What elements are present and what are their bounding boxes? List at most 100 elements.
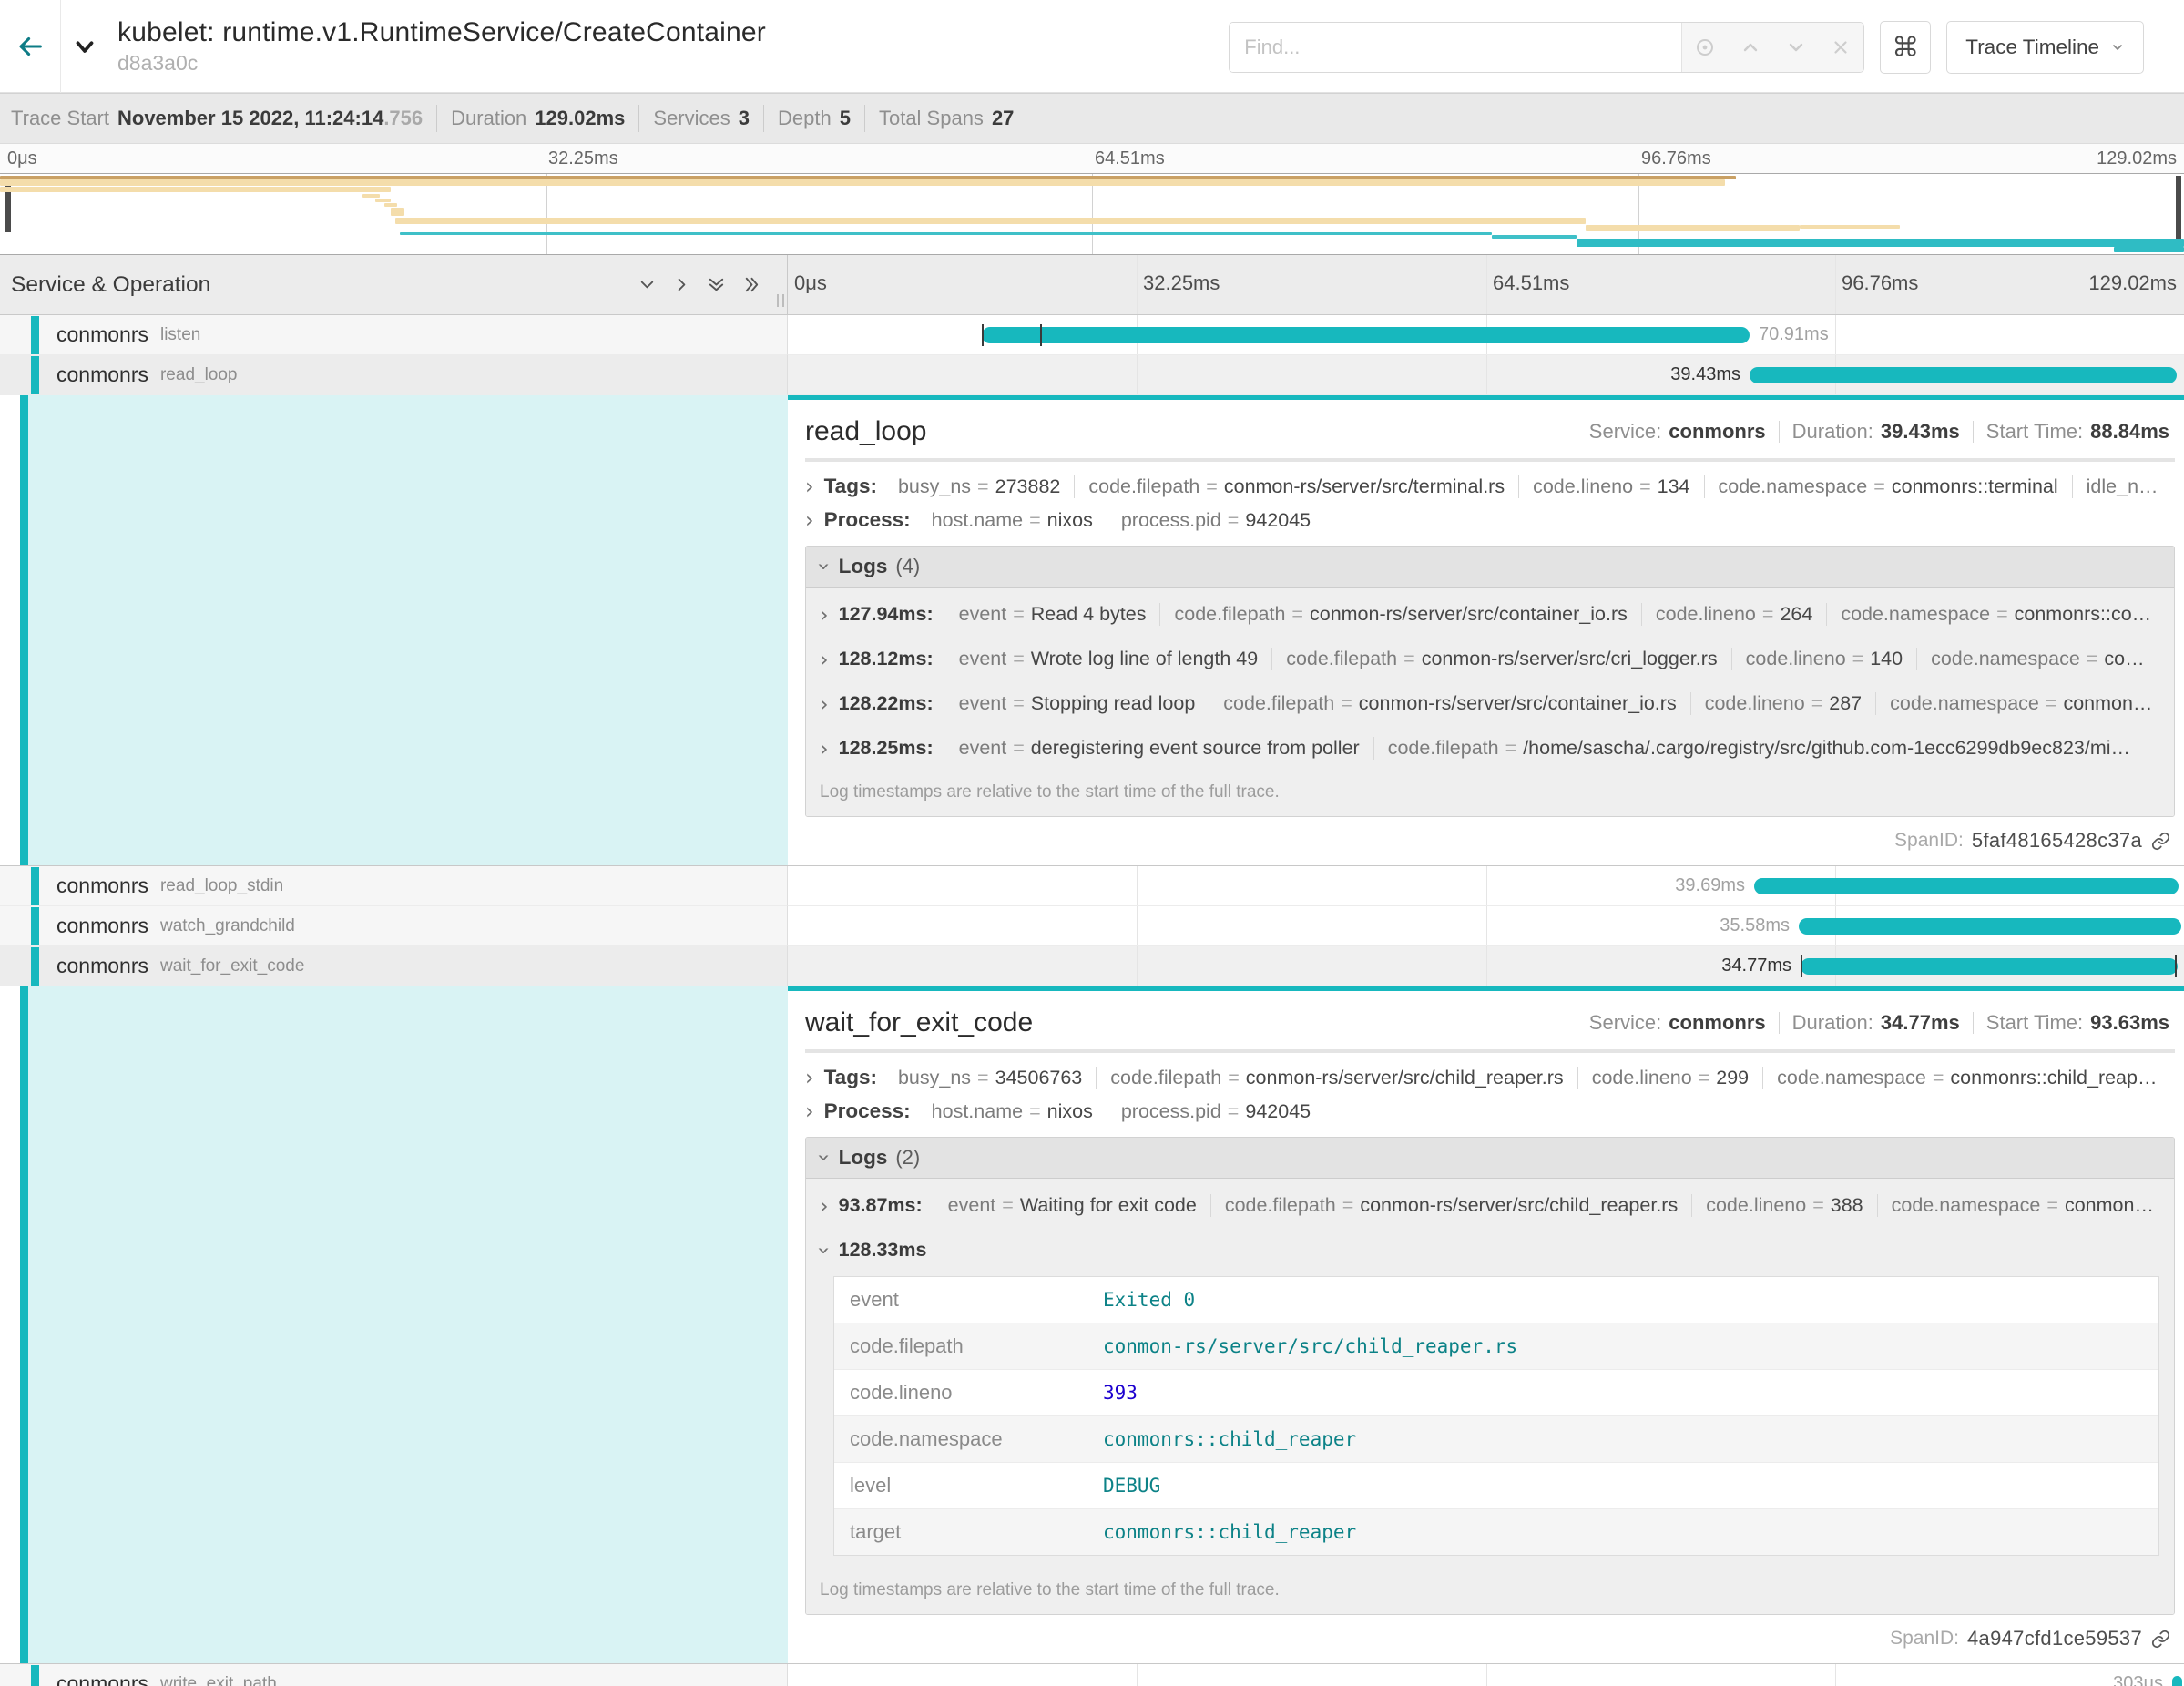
chevron-down-icon [2110,40,2125,55]
span-duration-bar[interactable] [1799,918,2181,935]
minimap-span-bar [400,232,1492,235]
field-key: code.namespace [1777,1067,1926,1088]
span-duration-bar[interactable] [1750,367,2177,383]
field-value: Stopping read loop [1031,692,1196,714]
log-entry[interactable]: ›93.87ms:event=Waiting for exit codecode… [806,1183,2174,1228]
equals-sign: = [1812,1194,1824,1216]
span-color-bar [31,947,39,986]
collapse-all-icon[interactable] [740,274,761,295]
log-entry[interactable]: ›128.22ms:event=Stopping read loopcode.f… [806,681,2174,726]
field-value: conmon-rs/server/src/container_io.rs [1310,603,1628,625]
collapse-one-icon[interactable] [671,274,692,295]
span-duration-bar[interactable] [1754,878,2179,894]
summary-value: 3 [739,107,750,130]
timeline-gridline [1137,255,1138,314]
service-operation-label: Service & Operation [11,272,210,298]
minimap-span-bar [384,203,397,207]
field-key: event [948,1194,996,1216]
log-entry[interactable]: ›128.12ms:event=Wrote log line of length… [806,637,2174,681]
logs-header[interactable]: ›Logs(2) [806,1138,2174,1179]
span-name-cell[interactable]: conmonrsread_loop [0,355,788,395]
log-field-row: targetconmonrs::child_reaper [834,1509,2158,1555]
keyboard-shortcuts-button[interactable]: ⌘ [1880,21,1931,74]
log-entry[interactable]: ›128.33ms [806,1228,2174,1272]
detail-body: read_loopService:conmonrsDuration:39.43m… [788,395,2184,865]
minimap-tick-label: 129.02ms [2097,148,2177,169]
log-field-row: code.filepathconmon-rs/server/src/child_… [834,1323,2158,1370]
log-entry[interactable]: ›127.94ms:event=Read 4 bytescode.filepat… [806,592,2174,637]
span-link-button[interactable] [2151,1630,2170,1649]
span-name-cell[interactable]: conmonrslisten [0,315,788,355]
key-value-fields: event=deregistering event source from po… [945,737,2144,760]
chevron-down-icon [71,33,98,60]
minimap-tick-label: 96.76ms [1641,148,1711,169]
span-name-cell[interactable]: conmonrsread_loop_stdin [0,866,788,906]
span-link-button[interactable] [2151,832,2170,851]
equals-sign: = [1206,475,1218,497]
span-duration-bar[interactable] [1801,958,2178,975]
summary-value: 27 [992,107,1014,130]
header-actions: ⌘ Trace Timeline [1229,21,2144,74]
next-match-icon[interactable] [1778,29,1814,66]
field-key: code.lineno [1533,475,1633,497]
span-color-bar [31,316,39,354]
timeline-gridline [1137,906,1138,945]
summary-label: Services [653,107,730,130]
key-value-field: event=Waiting for exit code [934,1194,1210,1217]
key-value-field: event=deregistering event source from po… [945,737,1373,760]
clear-find-icon[interactable] [1822,29,1859,66]
log-field-key: code.namespace [850,1427,1103,1451]
collapse-header-button[interactable] [61,0,108,93]
span-detail-panel: wait_for_exit_codeService:conmonrsDurati… [0,986,2184,1664]
log-expander-icon[interactable]: › [813,1246,835,1255]
log-expander-icon[interactable]: › [820,604,829,626]
field-value: /home/sascha/.cargo/registry/src/github.… [1523,737,2130,759]
field-value: conmonrs::child_reap… [1950,1067,2157,1088]
log-field-value: 393 [1103,1382,1138,1404]
span-id-row: SpanID:4a947cfd1ce59537 [805,1627,2175,1650]
tags-expander-icon[interactable]: › [805,1067,814,1088]
minimap-canvas[interactable] [0,173,2184,255]
field-value: 388 [1831,1194,1863,1216]
equals-sign: = [1228,509,1240,531]
timeline-gridline [1835,255,1836,314]
service-name: conmonrs [56,914,148,938]
back-button[interactable] [0,0,60,93]
span-duration-bar[interactable] [2172,1676,2182,1686]
focus-match-icon[interactable] [1687,29,1723,66]
equals-sign: = [1013,603,1025,625]
span-name-cell[interactable]: conmonrswait_for_exit_code [0,946,788,986]
prev-match-icon[interactable] [1732,29,1769,66]
detail-title: wait_for_exit_code [805,1007,1033,1038]
equals-sign: = [1228,1100,1240,1122]
field-value: Wrote log line of length 49 [1031,648,1258,669]
log-expander-icon[interactable]: › [820,738,829,760]
span-id-value: 4a947cfd1ce59537 [1967,1627,2142,1650]
detail-body: wait_for_exit_codeService:conmonrsDurati… [788,986,2184,1663]
log-expander-icon[interactable]: › [820,649,829,670]
process-expander-icon[interactable]: › [805,1100,814,1122]
span-duration-bar[interactable] [982,327,1750,343]
column-resize-handle[interactable] [777,294,784,307]
log-expander-icon[interactable]: › [820,693,829,715]
equals-sign: = [1873,475,1885,497]
expand-one-icon[interactable] [637,274,658,295]
span-name-cell[interactable]: conmonrswatch_grandchild [0,906,788,946]
field-value: conmon-rs/server/src/terminal.rs [1224,475,1505,497]
field-value: conmon-rs/server/src/cri_logger.rs [1422,648,1718,669]
tags-expander-icon[interactable]: › [805,475,814,497]
logs-header[interactable]: ›Logs(4) [806,547,2174,588]
expand-all-icon[interactable] [706,274,727,295]
minimap-span-bar [362,194,380,198]
duration-label: 303μs [2113,1673,2163,1686]
log-expander-icon[interactable]: › [820,1195,829,1217]
span-name-cell[interactable]: conmonrswrite_exit_path [0,1664,788,1686]
log-timestamp: 93.87ms: [839,1194,923,1217]
process-expander-icon[interactable]: › [805,509,814,531]
find-input[interactable] [1230,23,1681,72]
log-field-row: code.lineno393 [834,1370,2158,1416]
field-key: host.name [932,509,1023,531]
trace-view-selector[interactable]: Trace Timeline [1946,21,2144,74]
equals-sign: = [1342,1194,1354,1216]
log-entry[interactable]: ›128.25ms:event=deregistering event sour… [806,726,2174,771]
